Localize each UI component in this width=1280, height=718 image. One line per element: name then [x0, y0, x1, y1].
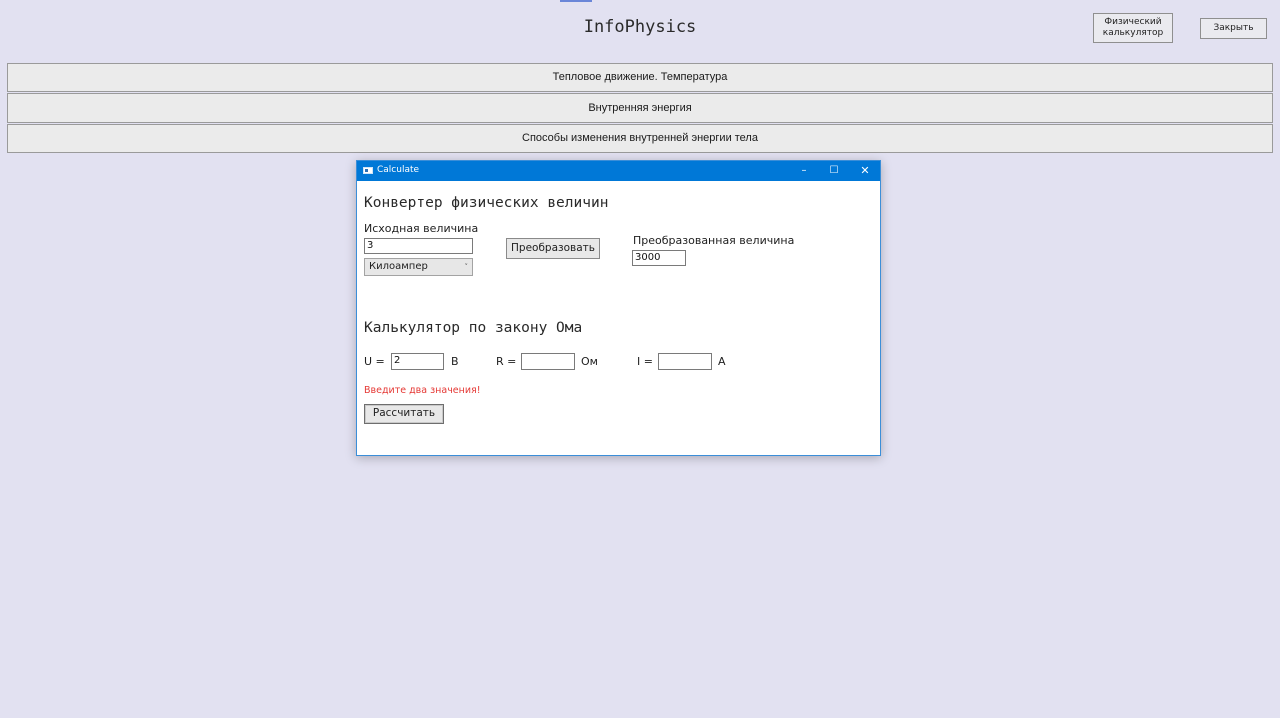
- unit-select[interactable]: Килоампер ˅: [364, 258, 473, 276]
- topic-internal-energy[interactable]: Внутренняя энергия: [7, 93, 1273, 123]
- topic-energy-change-methods[interactable]: Способы изменения внутренней энергии тел…: [7, 124, 1273, 153]
- voltage-unit: В: [451, 355, 459, 368]
- close-app-button[interactable]: Закрыть: [1200, 18, 1267, 39]
- dialog-titlebar[interactable]: Calculate – ☐ ✕: [357, 161, 880, 181]
- ohm-calculator-title: Калькулятор по закону Ома: [364, 320, 583, 336]
- minimize-icon[interactable]: –: [789, 161, 819, 181]
- result-value-label: Преобразованная величина: [633, 234, 795, 247]
- calculate-button[interactable]: Рассчитать: [364, 404, 444, 424]
- voltage-label: U =: [364, 355, 385, 368]
- result-value-field[interactable]: 3000: [632, 250, 686, 266]
- voltage-input[interactable]: 2: [391, 353, 444, 370]
- app-title: InfoPhysics: [583, 17, 697, 37]
- error-message: Введите два значения!: [364, 385, 481, 396]
- current-input[interactable]: [658, 353, 712, 370]
- dialog-title: Calculate: [377, 165, 420, 175]
- current-unit: А: [718, 355, 726, 368]
- chevron-down-icon: ˅: [464, 263, 469, 271]
- resistance-input[interactable]: [521, 353, 575, 370]
- converter-title: Конвертер физических величин: [364, 195, 609, 211]
- convert-button[interactable]: Преобразовать: [506, 238, 600, 259]
- source-value-label: Исходная величина: [364, 222, 479, 235]
- close-icon[interactable]: ✕: [850, 161, 880, 181]
- physics-calculator-button[interactable]: Физический калькулятор: [1093, 13, 1173, 43]
- source-value-input[interactable]: 3: [364, 238, 473, 254]
- maximize-icon[interactable]: ☐: [819, 161, 849, 181]
- top-accent-bar: [560, 0, 592, 2]
- topic-thermal-motion[interactable]: Тепловое движение. Температура: [7, 63, 1273, 92]
- unit-select-value: Килоампер: [369, 261, 428, 272]
- window-icon: [363, 167, 373, 174]
- resistance-unit: Ом: [581, 355, 598, 368]
- resistance-label: R =: [496, 355, 517, 368]
- calculate-dialog: Calculate – ☐ ✕ Конвертер физических вел…: [356, 160, 881, 456]
- current-label: I =: [637, 355, 653, 368]
